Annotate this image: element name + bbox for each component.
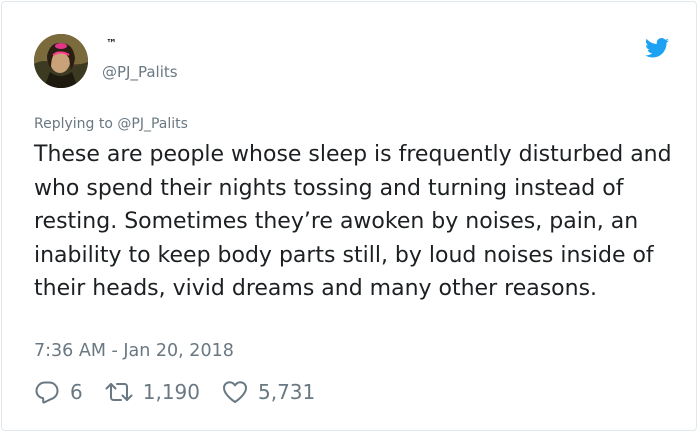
twitter-bird-icon[interactable] <box>645 38 669 58</box>
reply-button[interactable]: 6 <box>34 379 83 405</box>
tweet-card: ™ @PJ_Palits Replying to @PJ_Palits Thes… <box>1 1 697 431</box>
avatar[interactable] <box>34 34 88 88</box>
reply-count: 6 <box>70 380 83 404</box>
retweet-button[interactable]: 1,190 <box>105 380 200 404</box>
tweet-text: These are people whose sleep is frequent… <box>34 142 672 302</box>
user-handle[interactable]: @PJ_Palits <box>102 63 178 81</box>
retweet-icon <box>105 380 133 404</box>
retweet-count: 1,190 <box>142 380 200 404</box>
tweet-timestamp[interactable]: 7:36 AM - Jan 20, 2018 <box>34 341 234 361</box>
like-button[interactable]: 5,731 <box>222 380 315 404</box>
reply-icon <box>34 379 60 405</box>
tweet-actions: 6 1,190 5,731 <box>34 376 315 408</box>
reply-context[interactable]: Replying to @PJ_Palits <box>34 116 188 132</box>
like-count: 5,731 <box>258 380 316 404</box>
display-name[interactable]: ™ <box>106 37 118 50</box>
heart-icon <box>222 380 248 404</box>
